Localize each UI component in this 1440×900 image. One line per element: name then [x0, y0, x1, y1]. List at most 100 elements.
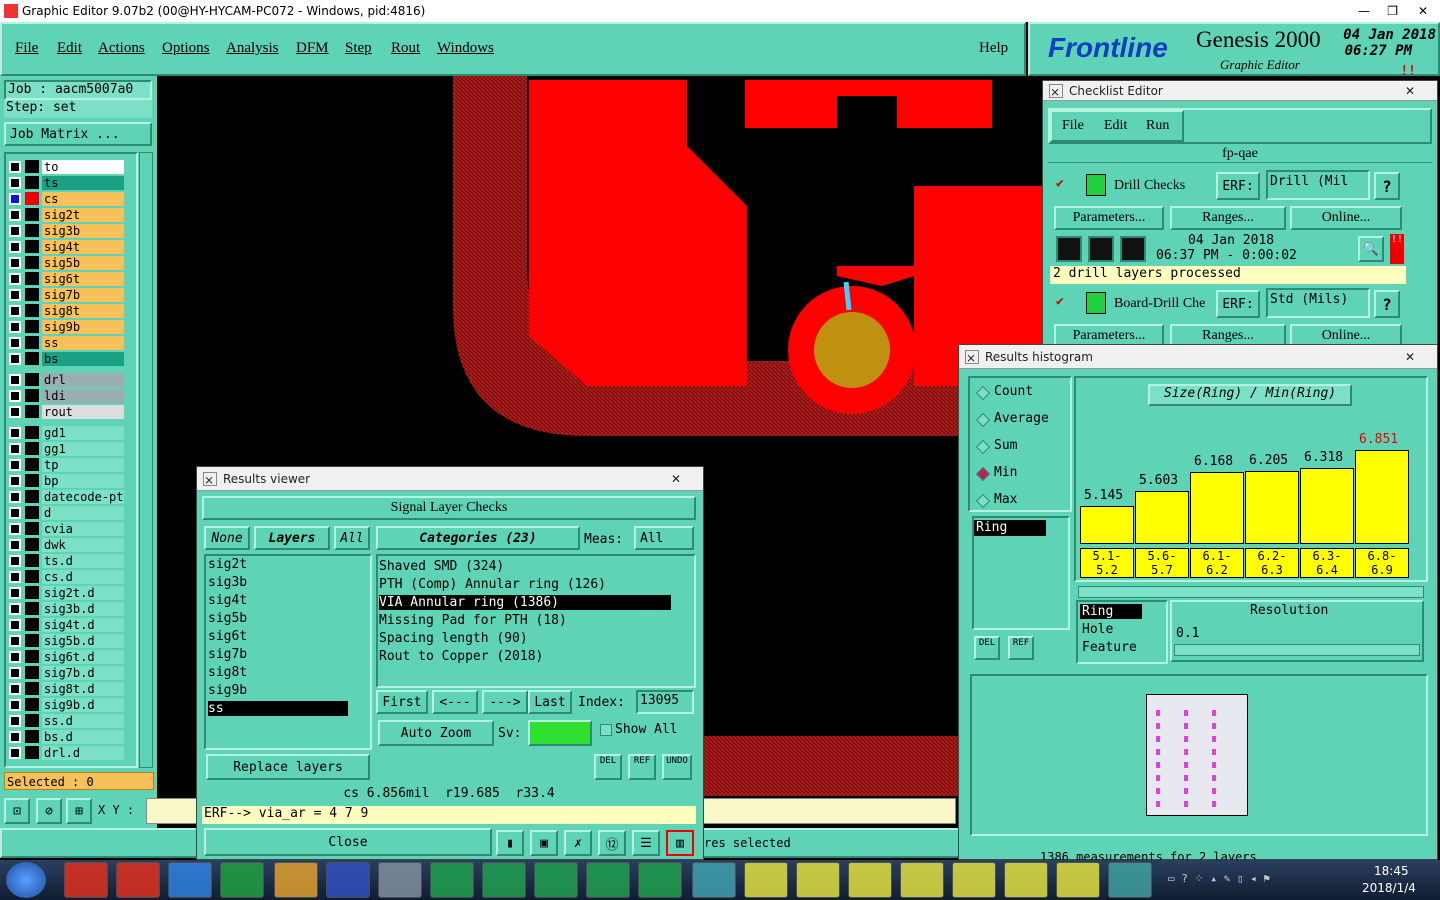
layer-row[interactable]: cs	[6, 191, 124, 206]
category-item[interactable]: Shaved SMD (324)	[379, 559, 671, 574]
taskbar-app-icon[interactable]	[168, 862, 212, 898]
histogram-bar[interactable]	[1190, 472, 1244, 544]
layer-checkbox[interactable]	[9, 208, 21, 221]
layer-checkbox[interactable]	[9, 522, 21, 535]
check-2-help[interactable]: ?	[1374, 290, 1400, 318]
layer-row[interactable]: bp	[6, 473, 124, 488]
layer-checkbox[interactable]	[9, 304, 21, 317]
histogram-bar[interactable]	[1355, 449, 1409, 544]
delete-ref-icon[interactable]: ✗	[564, 830, 592, 856]
layer-row[interactable]: sig6t	[6, 271, 124, 286]
layer-row[interactable]: gg1	[6, 441, 124, 456]
none-button[interactable]: None	[204, 526, 250, 550]
start-button[interactable]	[6, 862, 46, 898]
notes-icon[interactable]: ☰	[632, 830, 660, 856]
layers-button[interactable]: Layers	[254, 526, 330, 550]
viewer-layer-item[interactable]: sig3b	[208, 575, 348, 590]
taskbar-app-icon[interactable]	[900, 862, 944, 898]
taskbar-app-icon[interactable]	[116, 862, 160, 898]
layer-row[interactable]: to	[6, 159, 124, 174]
showall-checkbox[interactable]	[600, 724, 612, 736]
menu-actions[interactable]: Actions	[98, 40, 145, 57]
categories-button[interactable]: Categories (23)	[376, 526, 580, 550]
layer-row[interactable]: sig4t.d	[6, 617, 124, 632]
resolution-slider[interactable]	[1174, 644, 1420, 656]
check-1-erf[interactable]: ERF:	[1216, 172, 1260, 200]
histogram-bar[interactable]	[1080, 506, 1134, 544]
rv-del-button[interactable]: DEL	[594, 754, 622, 780]
check-1-help[interactable]: ?	[1374, 172, 1400, 200]
layer-row[interactable]: gd1	[6, 425, 124, 440]
run-icon[interactable]	[1056, 236, 1082, 262]
taskbar-app-icon[interactable]	[274, 862, 318, 898]
layer-checkbox[interactable]	[9, 698, 21, 711]
layer-checkbox[interactable]	[9, 442, 21, 455]
layer-checkbox[interactable]	[9, 730, 21, 743]
histogram-icon[interactable]: ▥	[666, 830, 694, 856]
close-button[interactable]: ✕	[1418, 4, 1428, 18]
check-2-checkbox[interactable]: ✔	[1056, 294, 1064, 309]
rv-undo-button[interactable]: UNDO	[662, 754, 692, 780]
category-item[interactable]: Spacing length (90)	[379, 631, 671, 646]
viewer-layer-item[interactable]: sig5b	[208, 611, 348, 626]
layer-checkbox[interactable]	[9, 586, 21, 599]
sv-color-select[interactable]	[528, 720, 592, 746]
check-2-erf[interactable]: ERF:	[1216, 290, 1260, 318]
taskbar-app-icon[interactable]	[586, 862, 630, 898]
menu-options[interactable]: Options	[162, 40, 210, 57]
check-1-checkbox[interactable]: ✔	[1056, 176, 1064, 191]
layer-checkbox[interactable]	[9, 240, 21, 253]
zoom-icon[interactable]: 🔍	[1358, 236, 1384, 262]
taskbar-app-icon[interactable]	[482, 862, 526, 898]
menu-edit[interactable]: Edit	[57, 40, 82, 57]
menu-dfm[interactable]: DFM	[296, 40, 329, 57]
layer-row[interactable]: tp	[6, 457, 124, 472]
rv-ref-button[interactable]: REF	[628, 754, 656, 780]
report-icon[interactable]: ▣	[530, 830, 558, 856]
viewer-layer-item[interactable]: sig2t	[208, 557, 348, 572]
close-icon[interactable]: ✕	[1405, 350, 1415, 364]
layer-checkbox[interactable]	[9, 160, 21, 173]
close-icon[interactable]: ✕	[671, 472, 681, 486]
layer-checkbox[interactable]	[9, 490, 21, 503]
histogram-bar[interactable]	[1245, 471, 1299, 544]
layer-checkbox[interactable]	[9, 352, 21, 365]
taskbar-app-icon[interactable]	[692, 862, 736, 898]
first-button[interactable]: First	[376, 690, 428, 714]
taskbar-app-icon[interactable]	[326, 862, 370, 898]
layer-row[interactable]: d	[6, 505, 124, 520]
layer-checkbox[interactable]	[9, 320, 21, 333]
layer-checkbox[interactable]	[9, 682, 21, 695]
ring-selected[interactable]: Ring	[974, 520, 1046, 536]
index-input[interactable]: 13095	[636, 690, 694, 714]
layer-checkbox[interactable]	[9, 666, 21, 679]
layer-row[interactable]: dwk	[6, 537, 124, 552]
layer-checkbox[interactable]	[9, 570, 21, 583]
taskbar-app-icon[interactable]	[430, 862, 474, 898]
layer-scrollbar[interactable]	[139, 152, 153, 768]
graph-icon[interactable]: ▮	[496, 830, 524, 856]
category-item[interactable]: PTH (Comp) Annular ring (126)	[379, 577, 671, 592]
check-1-ranges-button[interactable]: Ranges...	[1170, 206, 1286, 230]
layer-row[interactable]: sig9b.d	[6, 697, 124, 712]
layer-checkbox[interactable]	[9, 458, 21, 471]
menu-step[interactable]: Step	[345, 40, 372, 57]
zoom-tool-icon[interactable]: ⊡	[4, 798, 30, 824]
autozoom-select[interactable]: Auto Zoom	[378, 720, 494, 746]
layer-row[interactable]: sig3b.d	[6, 601, 124, 616]
histogram-scroll[interactable]	[1078, 586, 1424, 598]
layer-row[interactable]: sig2t.d	[6, 585, 124, 600]
layer-row[interactable]: sig5b	[6, 255, 124, 270]
number-icon[interactable]: ⑫	[598, 830, 626, 856]
layer-row[interactable]: sig8t.d	[6, 681, 124, 696]
layer-row[interactable]: cs.d	[6, 569, 124, 584]
layer-checkbox[interactable]	[9, 389, 21, 402]
histogram-bar[interactable]	[1135, 491, 1189, 544]
all-button[interactable]: All	[334, 526, 370, 550]
viewer-layer-item[interactable]: ss	[208, 701, 348, 716]
stop-icon[interactable]	[1120, 236, 1146, 262]
grid-tool-icon[interactable]: ⊞	[66, 798, 92, 824]
category-item[interactable]: Rout to Copper (2018)	[379, 649, 671, 664]
taskbar-app-icon[interactable]	[1108, 862, 1152, 898]
taskbar-app-icon[interactable]	[848, 862, 892, 898]
